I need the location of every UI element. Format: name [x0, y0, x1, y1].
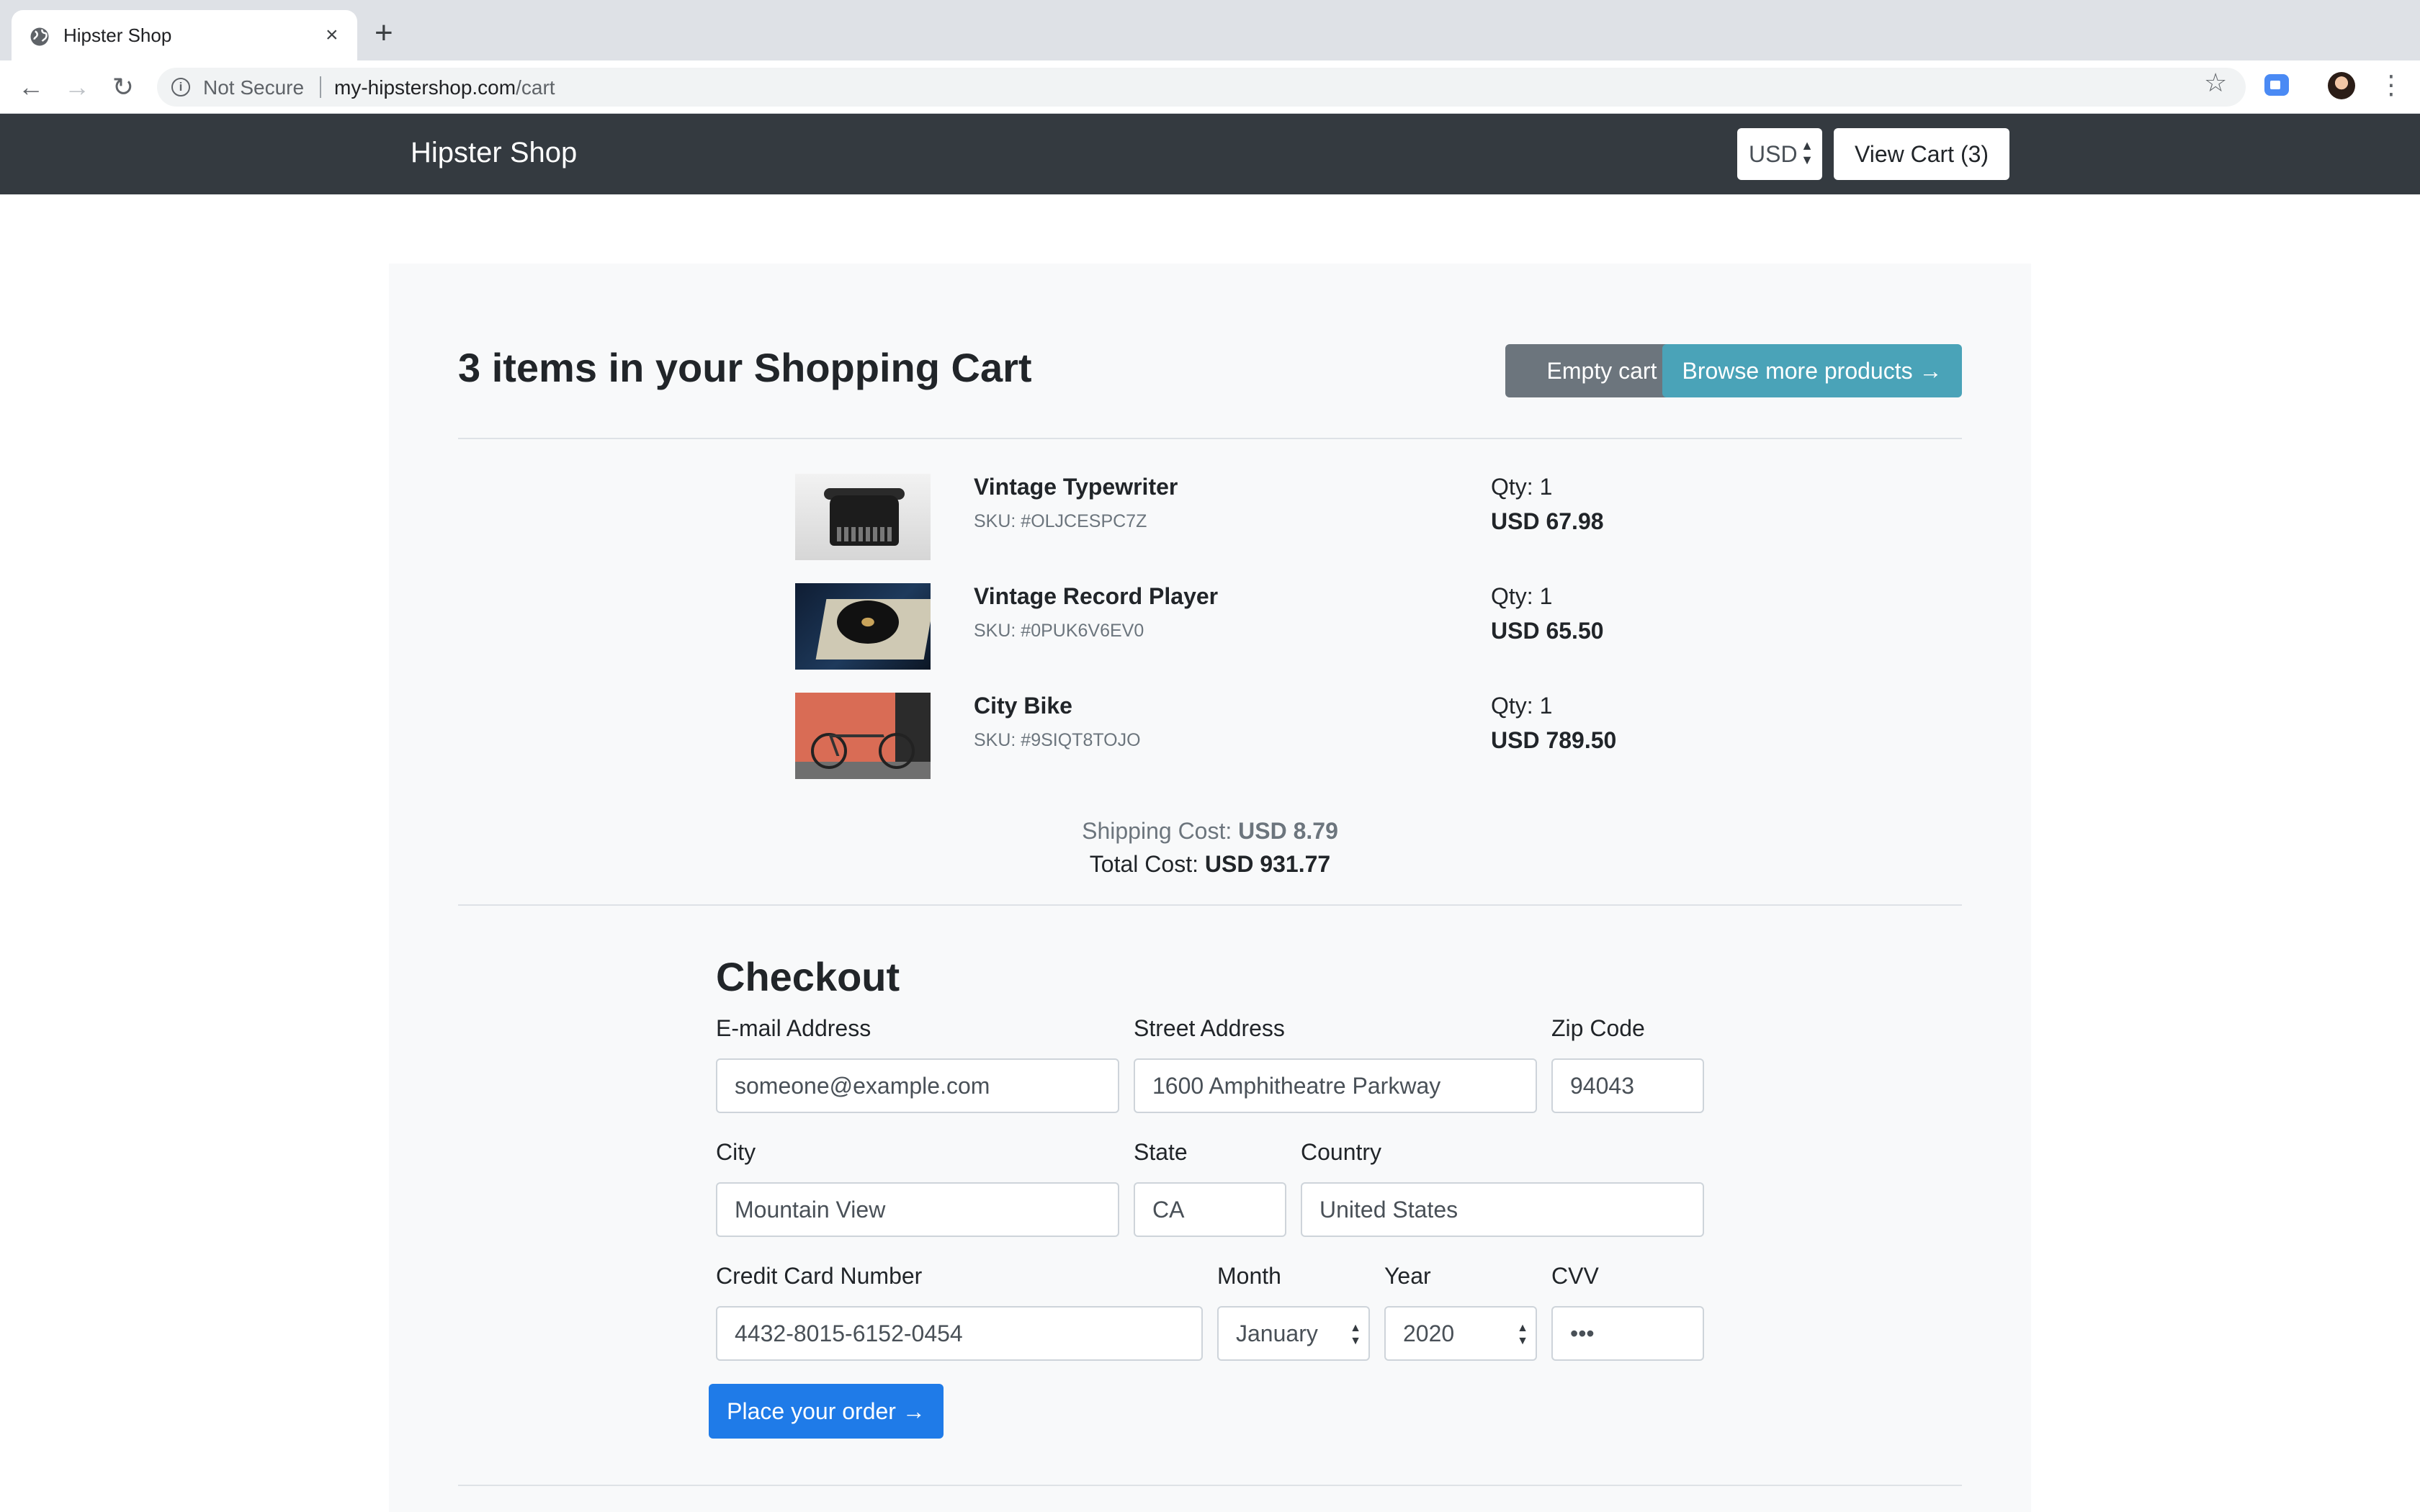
shipping-label: Shipping Cost: [1082, 818, 1232, 844]
new-tab-icon[interactable]: + [375, 17, 393, 49]
city-field[interactable]: Mountain View [716, 1182, 1119, 1237]
browser-tabstrip: Hipster Shop × + [0, 0, 2420, 60]
record-player-image[interactable] [795, 583, 931, 670]
month-label: Month [1217, 1263, 1281, 1289]
year-value: 2020 [1403, 1320, 1455, 1346]
profile-avatar[interactable] [2328, 72, 2355, 99]
currency-value: USD [1749, 141, 1798, 167]
omnibox-divider [320, 76, 321, 98]
shipping-value: USD 8.79 [1238, 818, 1338, 844]
item-sku: SKU: #9SIQT8TOJO [974, 730, 1141, 750]
brand-logo[interactable]: Hipster Shop [411, 137, 577, 169]
select-arrows-icon: ▲ ▼ [1350, 1322, 1361, 1347]
credit-card-label: Credit Card Number [716, 1263, 923, 1289]
select-arrows-icon: ▲ ▼ [1801, 138, 1814, 167]
typewriter-image[interactable] [795, 474, 931, 560]
item-sku: SKU: #OLJCESPC7Z [974, 511, 1147, 531]
star-icon[interactable]: ☆ [2204, 68, 2227, 98]
select-arrows-icon: ▲ ▼ [1517, 1322, 1528, 1347]
item-price: USD 65.50 [1491, 618, 1604, 644]
browser-toolbar: ← → ↻ i Not Secure my-hipstershop.com/ca… [0, 60, 2420, 114]
place-order-button[interactable]: Place your order → [709, 1384, 944, 1439]
total-value: USD 931.77 [1204, 851, 1331, 877]
url-host: my-hipstershop.com [334, 76, 516, 99]
back-arrow-icon[interactable]: ← [14, 71, 48, 104]
view-cart-button[interactable]: View Cart (3) [1834, 128, 2009, 180]
email-field[interactable]: someone@example.com [716, 1058, 1119, 1113]
year-label: Year [1384, 1263, 1431, 1289]
item-qty: Qty: 1 [1491, 474, 1553, 500]
info-icon[interactable]: i [171, 78, 190, 96]
extension-icon[interactable] [2264, 74, 2289, 96]
city-label: City [716, 1139, 756, 1165]
forward-arrow-icon[interactable]: → [60, 71, 94, 104]
total-cost: Total Cost: USD 931.77 [389, 851, 2031, 878]
item-qty: Qty: 1 [1491, 583, 1553, 609]
country-label: Country [1301, 1139, 1382, 1165]
zip-code-field[interactable]: 94043 [1551, 1058, 1704, 1113]
street-label: Street Address [1134, 1015, 1285, 1041]
email-label: E-mail Address [716, 1015, 871, 1041]
divider [458, 438, 1962, 439]
url-text: my-hipstershop.com/cart [334, 76, 555, 99]
divider [458, 1485, 1962, 1486]
cart-title: 3 items in your Shopping Cart [458, 345, 1032, 390]
item-name[interactable]: City Bike [974, 693, 1072, 719]
street-address-field[interactable]: 1600 Amphitheatre Parkway [1134, 1058, 1537, 1113]
total-label: Total Cost: [1089, 851, 1198, 877]
item-name[interactable]: Vintage Record Player [974, 583, 1218, 610]
item-qty: Qty: 1 [1491, 693, 1553, 719]
cart-item: Vintage Typewriter SKU: #OLJCESPC7Z Qty:… [795, 474, 1803, 562]
item-name[interactable]: Vintage Typewriter [974, 474, 1178, 500]
globe-icon [30, 27, 49, 46]
tab-title: Hipster Shop [63, 24, 172, 46]
item-sku: SKU: #0PUK6V6EV0 [974, 621, 1144, 641]
item-price: USD 67.98 [1491, 508, 1604, 534]
security-label: Not Secure [203, 76, 305, 99]
month-value: January [1236, 1320, 1318, 1346]
country-field[interactable]: United States [1301, 1182, 1704, 1237]
checkout-title: Checkout [716, 954, 900, 999]
year-select[interactable]: 2020 ▲ ▼ [1384, 1306, 1537, 1361]
zip-label: Zip Code [1551, 1015, 1645, 1041]
reload-icon[interactable]: ↻ [107, 71, 140, 104]
divider [458, 904, 1962, 906]
cart-item: City Bike SKU: #9SIQT8TOJO Qty: 1 USD 78… [795, 693, 1803, 780]
close-tab-icon[interactable]: × [326, 23, 339, 48]
state-label: State [1134, 1139, 1188, 1165]
browser-tab[interactable]: Hipster Shop × [12, 10, 357, 60]
state-field[interactable]: CA [1134, 1182, 1286, 1237]
cvv-field[interactable]: ••• [1551, 1306, 1704, 1361]
cart-panel: 3 items in your Shopping Cart Empty cart… [389, 264, 2031, 1512]
site-header: Hipster Shop USD ▲ ▼ View Cart (3) [0, 114, 2420, 194]
city-bike-image[interactable] [795, 693, 931, 779]
kebab-menu-icon[interactable]: ⋮ [2378, 69, 2404, 101]
cart-item: Vintage Record Player SKU: #0PUK6V6EV0 Q… [795, 583, 1803, 671]
credit-card-field[interactable]: 4432-8015-6152-0454 [716, 1306, 1203, 1361]
url-path: /cart [516, 76, 555, 99]
shipping-cost: Shipping Cost: USD 8.79 [389, 818, 2031, 845]
item-price: USD 789.50 [1491, 727, 1617, 753]
cvv-label: CVV [1551, 1263, 1599, 1289]
currency-select[interactable]: USD ▲ ▼ [1737, 128, 1822, 180]
browse-products-button[interactable]: Browse more products → [1662, 344, 1962, 397]
address-bar[interactable]: i Not Secure my-hipstershop.com/cart [157, 68, 2246, 107]
month-select[interactable]: January ▲ ▼ [1217, 1306, 1370, 1361]
